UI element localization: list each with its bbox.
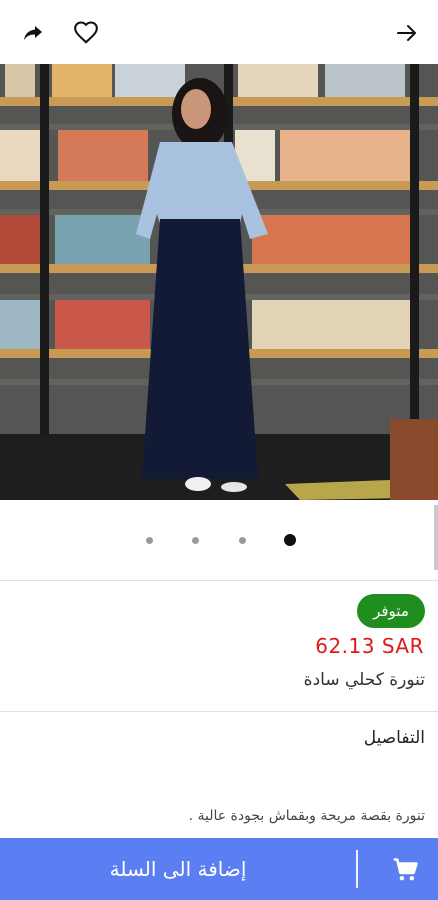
availability-badge: متوفر [357, 594, 425, 628]
add-to-cart-button[interactable]: إضافة الى السلة [0, 838, 356, 900]
divider [0, 580, 438, 581]
scrollbar[interactable] [434, 505, 438, 570]
pagination-dot[interactable] [239, 537, 246, 544]
product-price: 62.13 SAR [315, 634, 424, 658]
pagination-dot-active[interactable] [284, 534, 296, 546]
heart-outline-icon[interactable] [71, 18, 101, 48]
product-image-slider[interactable] [0, 64, 438, 500]
details-description: تنورة بقصة مريحة وبقماش بجودة عالية . [188, 808, 425, 824]
pagination-dot[interactable] [192, 537, 199, 544]
details-heading: التفاصيل [363, 728, 425, 748]
product-name: تنورة كحلي سادة [303, 670, 425, 690]
divider [0, 711, 438, 712]
divider [356, 850, 358, 888]
arrow-right-icon[interactable] [392, 18, 422, 48]
add-to-cart-bar[interactable]: إضافة الى السلة [0, 838, 438, 900]
cart-icon[interactable] [392, 856, 420, 884]
top-bar [0, 0, 438, 64]
pagination-dot[interactable] [146, 537, 153, 544]
share-icon[interactable] [18, 18, 48, 48]
product-photo [0, 64, 438, 500]
image-pagination [0, 500, 438, 580]
